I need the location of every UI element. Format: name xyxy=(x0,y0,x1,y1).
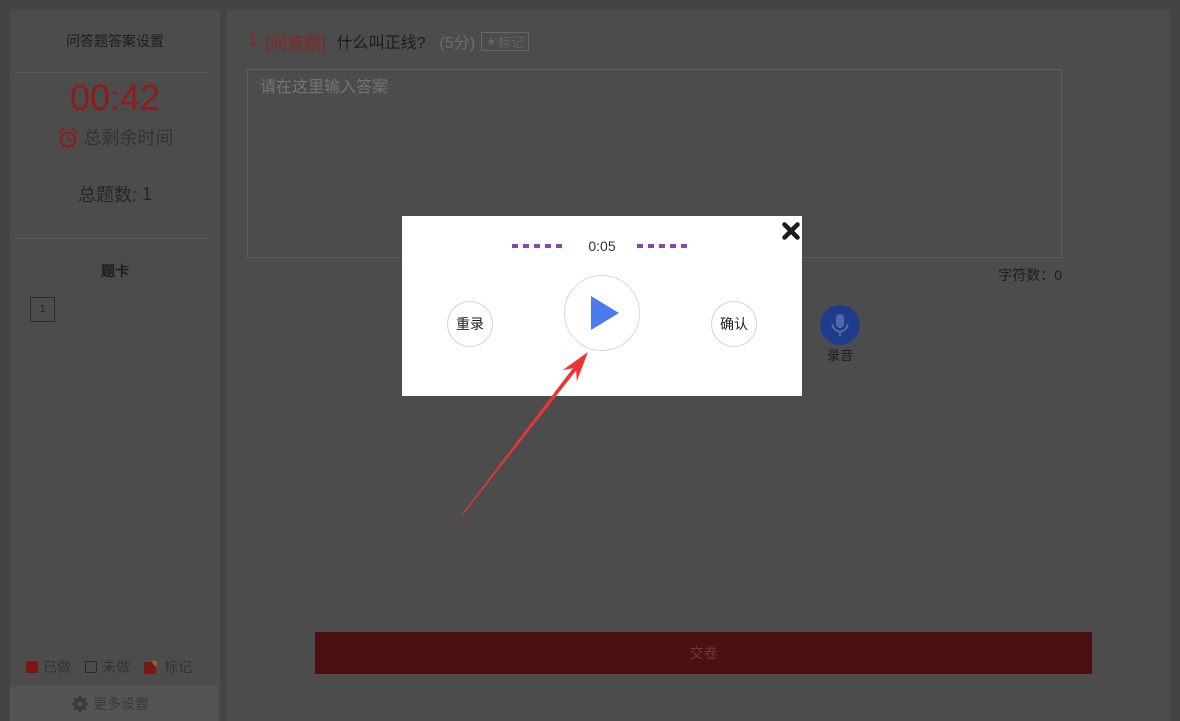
waveform-right xyxy=(637,244,687,248)
close-icon xyxy=(782,222,800,240)
rerecord-button[interactable]: 重录 xyxy=(447,301,493,347)
exam-app: 问答题答案设置 00:42 总剩余时间 总题数: 1 题卡 1 已做 未做 标记… xyxy=(0,0,1180,721)
confirm-button[interactable]: 确认 xyxy=(711,301,757,347)
play-icon xyxy=(591,296,619,330)
close-modal-button[interactable] xyxy=(781,221,801,241)
play-button[interactable] xyxy=(564,275,640,351)
recording-modal: 0:05 重录 确认 xyxy=(402,216,802,396)
